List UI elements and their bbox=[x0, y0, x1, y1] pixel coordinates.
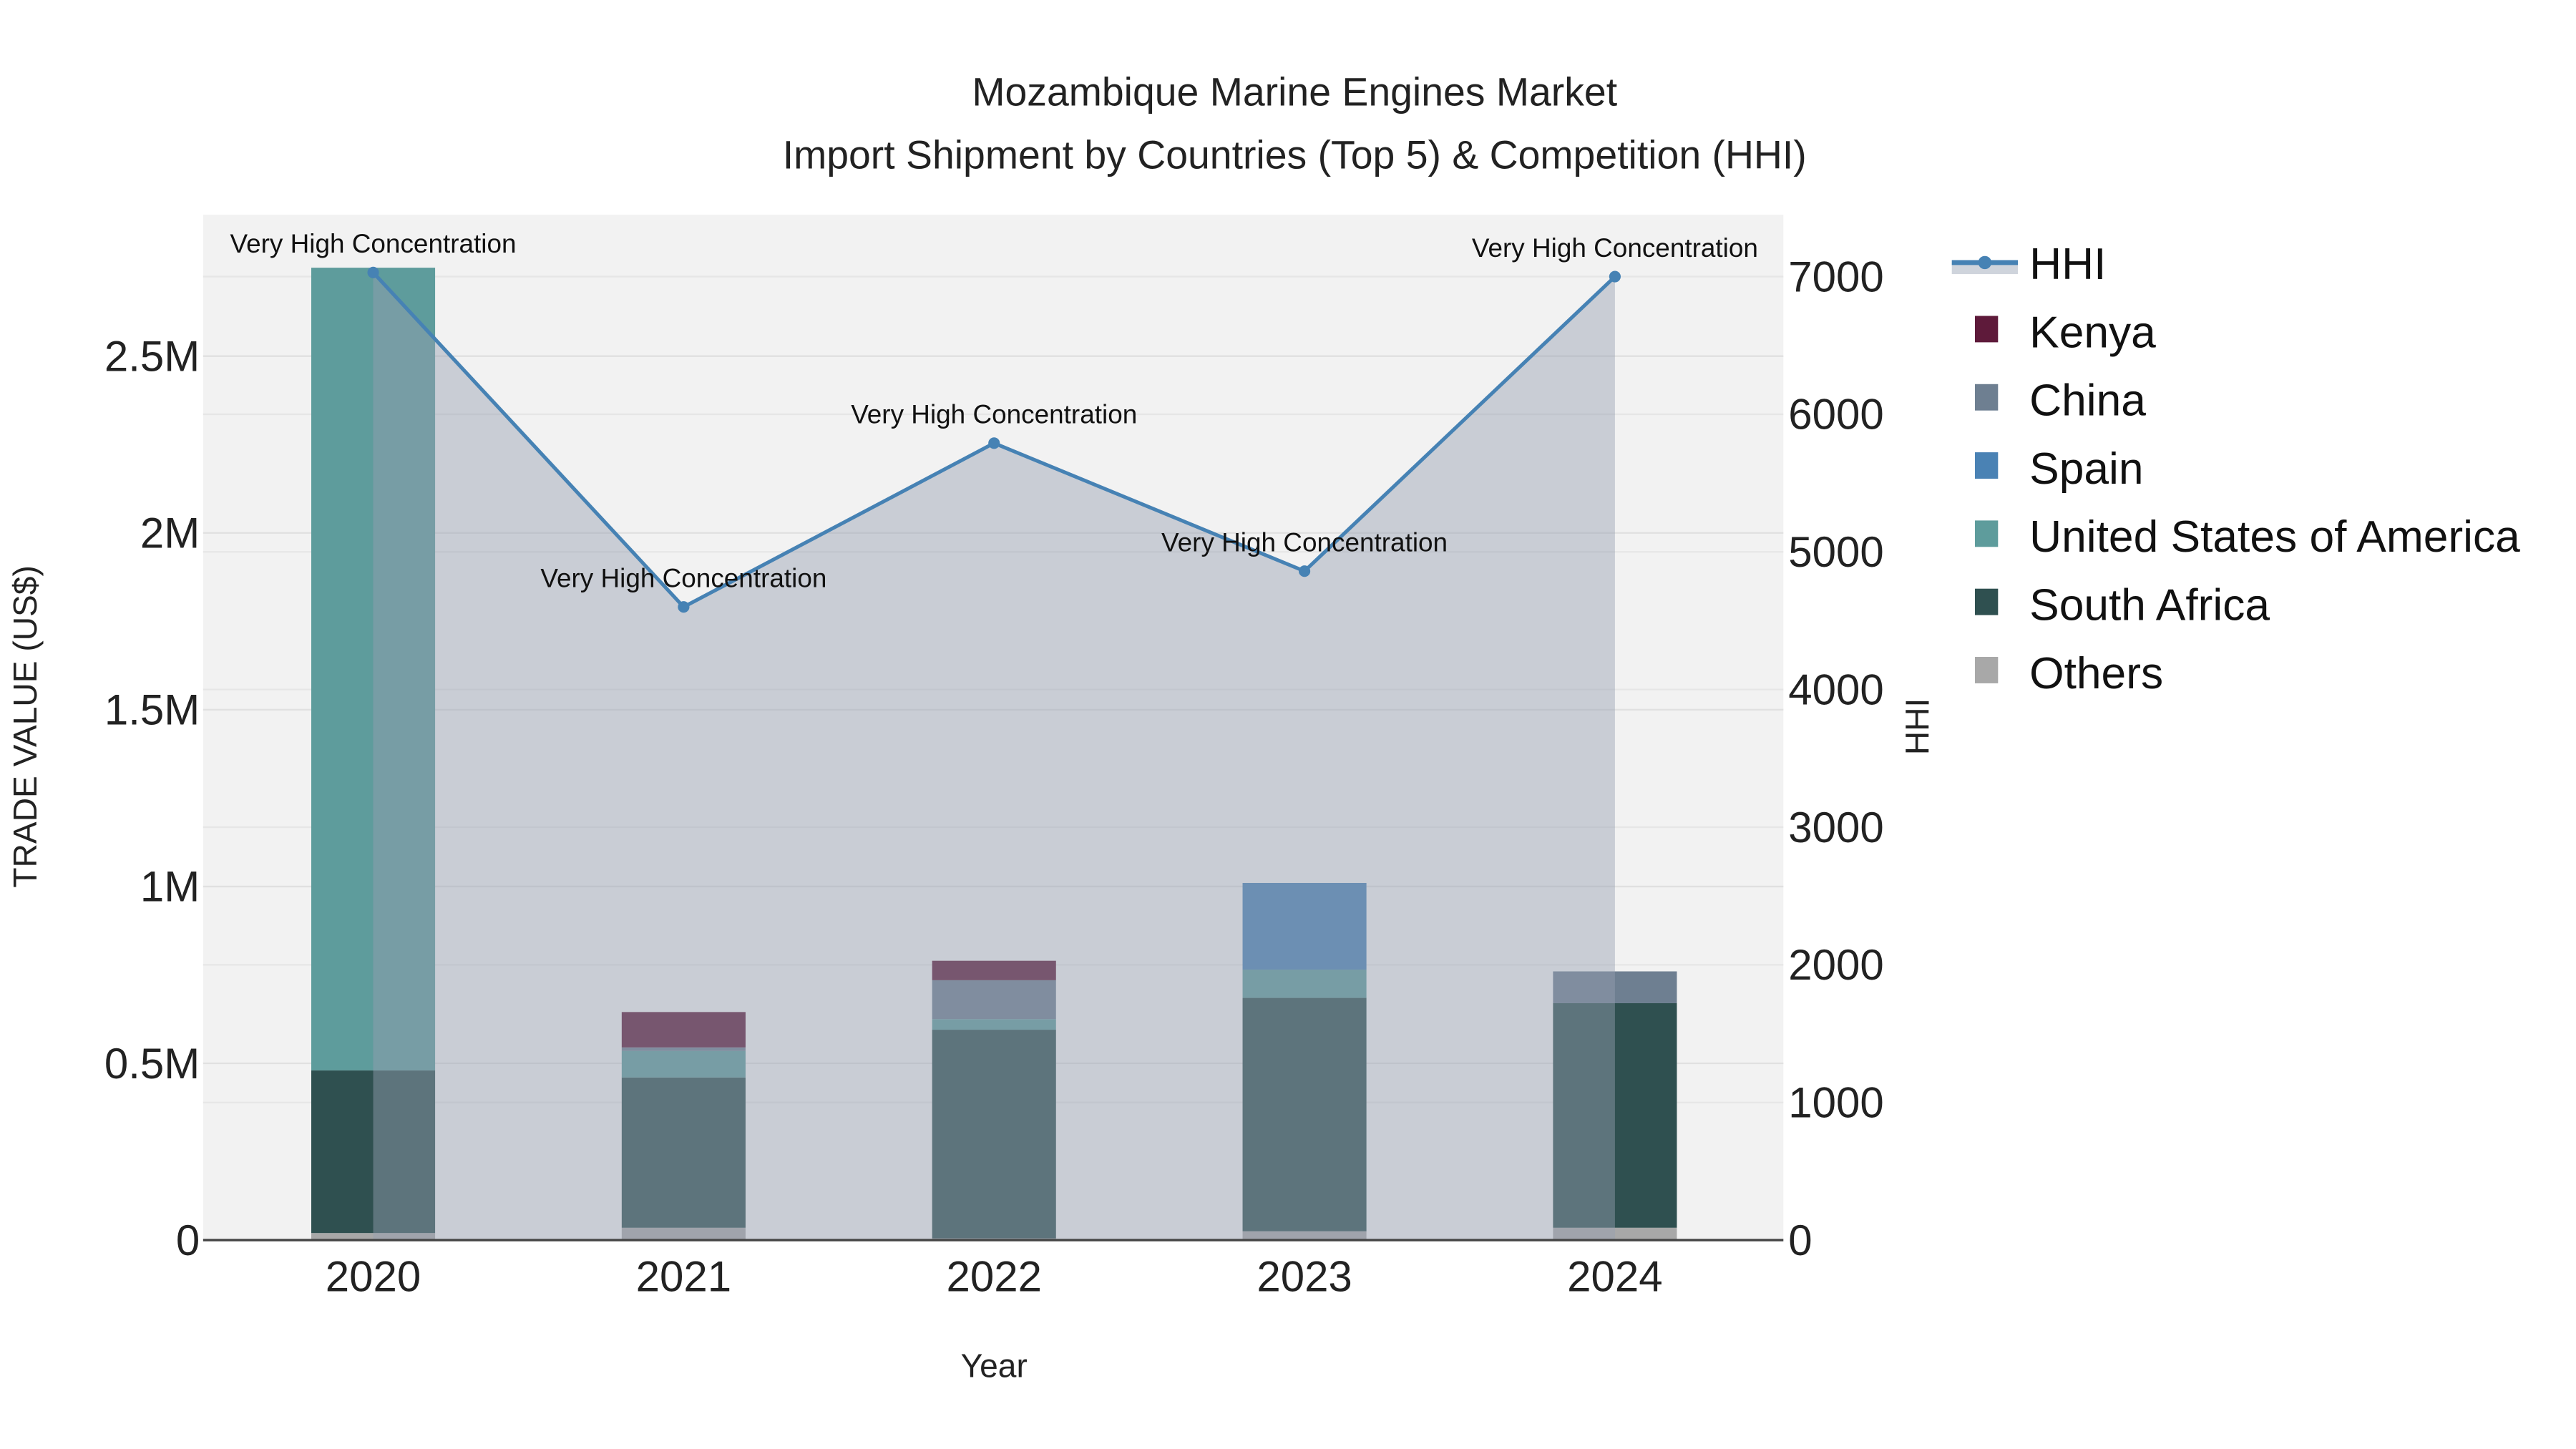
hhi-point bbox=[367, 266, 379, 278]
x-tick-label: 2023 bbox=[1257, 1253, 1352, 1301]
legend-swatch bbox=[1975, 657, 1999, 683]
x-tick-label: 2021 bbox=[636, 1253, 731, 1301]
legend-label: United States of America bbox=[2029, 512, 2520, 562]
y-tick-label: 2.5M bbox=[104, 332, 200, 380]
chart-title-line2: Import Shipment by Countries (Top 5) & C… bbox=[783, 132, 1807, 177]
y2-tick-label: 0 bbox=[1788, 1216, 1812, 1264]
legend-swatch bbox=[1975, 452, 1999, 479]
hhi-annotation: Very High Concentration bbox=[1161, 528, 1448, 557]
x-tick-label: 2024 bbox=[1567, 1253, 1662, 1301]
y2-tick-label: 5000 bbox=[1788, 528, 1883, 576]
legend-label: South Africa bbox=[2029, 581, 2270, 630]
y2-tick-label: 1000 bbox=[1788, 1078, 1883, 1126]
legend-swatch bbox=[1975, 316, 1999, 343]
hhi-annotation: Very High Concentration bbox=[1472, 233, 1758, 263]
chart: Very High Concentration Very High Concent… bbox=[6, 70, 2520, 1385]
y2-axis-title: HHI bbox=[1898, 698, 1936, 755]
hhi-annotation: Very High Concentration bbox=[540, 564, 826, 593]
legend-label: China bbox=[2029, 376, 2146, 426]
y-tick-label: 0.5M bbox=[104, 1040, 200, 1088]
legend-label: Others bbox=[2029, 649, 2163, 698]
x-tick-label: 2022 bbox=[946, 1253, 1041, 1301]
hhi-point bbox=[1609, 270, 1621, 283]
chart-title-line1: Mozambique Marine Engines Market bbox=[972, 70, 1617, 114]
y-tick-label: 1.5M bbox=[104, 686, 200, 734]
y2-tick-label: 4000 bbox=[1788, 665, 1883, 713]
x-axis-title: Year bbox=[961, 1347, 1028, 1385]
legend-swatch bbox=[1975, 520, 1999, 547]
hhi-point bbox=[1299, 565, 1311, 577]
y2-tick-label: 2000 bbox=[1788, 941, 1883, 989]
hhi-annotation: Very High Concentration bbox=[230, 229, 517, 258]
y2-tick-label: 3000 bbox=[1788, 804, 1883, 852]
legend-swatch bbox=[1975, 588, 1999, 615]
legend-label: Kenya bbox=[2029, 308, 2156, 357]
y-tick-label: 2M bbox=[140, 509, 200, 557]
legend-label: HHI bbox=[2029, 240, 2106, 289]
y-tick-label: 1M bbox=[140, 863, 200, 911]
y2-tick-label: 7000 bbox=[1788, 253, 1883, 301]
hhi-annotation: Very High Concentration bbox=[851, 400, 1137, 429]
hhi-point bbox=[678, 601, 690, 613]
y-tick-label: 0 bbox=[176, 1216, 200, 1264]
legend: HHI Kenya China Spain United States of Ameri… bbox=[1951, 240, 2520, 698]
legend-hhi-marker-icon bbox=[1978, 255, 1992, 270]
hhi-point bbox=[988, 437, 1000, 449]
y2-tick-label: 6000 bbox=[1788, 391, 1883, 439]
x-tick-label: 2020 bbox=[326, 1253, 421, 1301]
legend-swatch bbox=[1975, 384, 1999, 411]
legend-label: Spain bbox=[2029, 444, 2143, 494]
y-axis-title: TRADE VALUE (US$) bbox=[6, 565, 44, 887]
